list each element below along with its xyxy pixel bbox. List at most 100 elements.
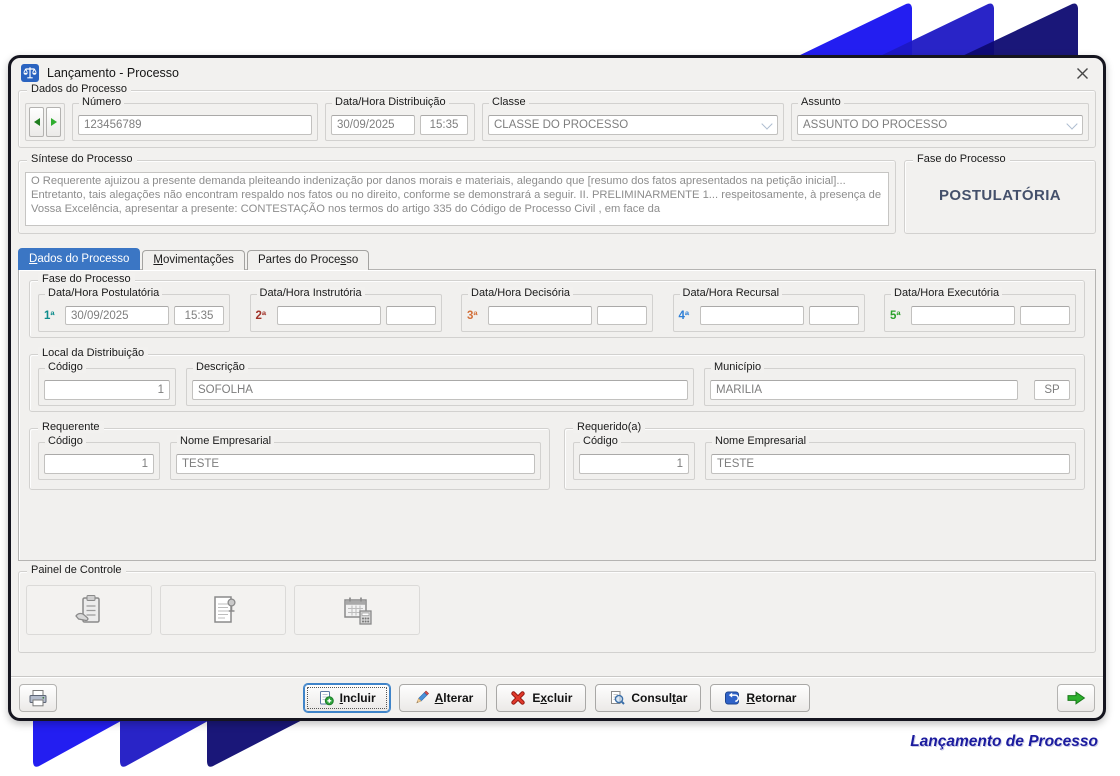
dados-processo-group: Dados do Processo Número 123456789 Data/… [18,90,1096,148]
classe-value: CLASSE DO PROCESSO [494,119,759,131]
close-icon [1076,67,1089,80]
sintese-label: Síntese do Processo [27,153,137,165]
ordinal-badge: 2ª [256,310,272,322]
delete-x-icon [510,690,526,706]
requerente-nome-input[interactable]: TESTE [176,454,535,474]
requerente-codigo-group: Código 1 [38,442,160,480]
decisoria-date-input[interactable] [488,306,592,325]
search-document-icon [609,690,625,706]
numero-input[interactable]: 123456789 [78,115,312,135]
ordinal-badge: 4ª [679,310,695,322]
fase-processo-group: Fase do Processo POSTULATÓRIA [904,160,1096,234]
document-pin-icon [206,593,240,627]
title-bar: Lançamento - Processo [11,58,1103,88]
chevron-down-icon [1064,117,1080,133]
distribuicao-field-group: Data/Hora Distribuição 30/09/2025 15:35 [325,103,475,141]
fase-section-label: Fase do Processo [38,273,135,285]
fase-executoria-group: Data/Hora Executória 5ª [884,294,1076,332]
recursal-date-input[interactable] [700,306,804,325]
prev-record-button[interactable] [29,107,44,137]
assunto-value: ASSUNTO DO PROCESSO [803,119,1064,131]
requerido-group: Requerido(a) Código 1 Nome Empresarial T… [564,428,1085,490]
clipboard-button[interactable] [26,585,152,635]
action-bar: Incluir Alterar Excluir [11,676,1103,718]
requerido-codigo-input[interactable]: 1 [579,454,689,474]
local-codigo-input[interactable]: 1 [44,380,170,400]
numero-field-group: Número 123456789 [72,103,318,141]
fase-postulatoria-group: Data/Hora Postulatória 1ª 30/09/2025 15:… [38,294,230,332]
recursal-time-input[interactable] [809,306,859,325]
local-distribuicao-group: Local da Distribuição Código 1 Descrição… [29,354,1085,412]
uf-input[interactable]: SP [1034,380,1070,400]
alterar-button[interactable]: Alterar [399,684,488,712]
classe-select[interactable]: CLASSE DO PROCESSO [488,115,778,135]
chevron-down-icon [759,117,775,133]
fase-recursal-group: Data/Hora Recursal 4ª [673,294,865,332]
return-arrow-icon [724,690,740,706]
numero-label: Número [79,96,124,108]
instrutoria-time-input[interactable] [386,306,436,325]
classe-field-group: Classe CLASSE DO PROCESSO [482,103,784,141]
distribuicao-date-input[interactable]: 30/09/2025 [331,115,415,135]
excluir-button[interactable]: Excluir [496,684,586,712]
local-codigo-group: Código 1 [38,368,176,406]
postulatoria-date-input[interactable]: 30/09/2025 [65,306,169,325]
printer-icon [28,689,48,707]
calendar-button[interactable] [294,585,420,635]
local-descricao-input[interactable]: SOFOLHA [192,380,688,400]
document-button[interactable] [160,585,286,635]
add-document-icon [318,690,334,706]
instrutoria-date-input[interactable] [277,306,381,325]
sintese-group: Síntese do Processo O Requerente ajuizou… [18,160,896,234]
painel-controle-group: Painel de Controle [18,571,1096,653]
arrow-left-icon [34,118,40,126]
fase-section-group: Fase do Processo Data/Hora Postulatória … [29,280,1085,338]
tab-panel: Fase do Processo Data/Hora Postulatória … [18,269,1096,561]
ordinal-badge: 3ª [467,310,483,322]
desktop: { "window": { "title": "Lançamento - Pro… [0,0,1120,776]
requerido-nome-group: Nome Empresarial TESTE [705,442,1076,480]
arrow-right-icon [51,118,57,126]
scales-icon [21,64,39,82]
executoria-time-input[interactable] [1020,306,1070,325]
assunto-field-group: Assunto ASSUNTO DO PROCESSO [791,103,1089,141]
fase-processo-label: Fase do Processo [913,153,1010,165]
background-shapes-top [780,0,1114,58]
distribuicao-time-input[interactable]: 15:35 [420,115,468,135]
record-navigator [25,103,65,141]
classe-label: Classe [489,96,529,108]
calendar-calculator-icon [340,593,374,627]
next-record-button[interactable] [46,107,61,137]
retornar-button[interactable]: Retornar [710,684,810,712]
ordinal-badge: 5ª [890,310,906,322]
requerido-nome-input[interactable]: TESTE [711,454,1070,474]
footer-caption: Lançamento de Processo [910,733,1098,751]
fase-decisoria-group: Data/Hora Decisória 3ª [461,294,653,332]
distribuicao-label: Data/Hora Distribuição [332,96,449,108]
tab-partes-processo[interactable]: Partes do Processo [247,250,369,270]
postulatoria-time-input[interactable]: 15:35 [174,306,224,325]
ordinal-badge: 1ª [44,310,60,322]
fase-instrutoria-group: Data/Hora Instrutória 2ª [250,294,442,332]
assunto-label: Assunto [798,96,844,108]
requerente-group: Requerente Código 1 Nome Empresarial TES… [29,428,550,490]
tab-movimentacoes[interactable]: Movimentações [142,250,245,270]
tab-dados-processo[interactable]: Dados do Processo [18,248,140,270]
consultar-button[interactable]: Consultar [595,684,701,712]
municipio-input[interactable]: MARILIA [710,380,1018,400]
close-button[interactable] [1073,64,1091,82]
requerente-codigo-input[interactable]: 1 [44,454,154,474]
assunto-select[interactable]: ASSUNTO DO PROCESSO [797,115,1083,135]
next-page-button[interactable] [1057,684,1095,712]
incluir-button[interactable]: Incluir [304,684,390,712]
executoria-date-input[interactable] [911,306,1015,325]
local-descricao-group: Descrição SOFOLHA [186,368,694,406]
decisoria-time-input[interactable] [597,306,647,325]
background-shapes-bottom [18,716,348,776]
requerido-codigo-group: Código 1 [573,442,695,480]
window-title: Lançamento - Processo [47,66,179,80]
print-button[interactable] [19,684,57,712]
sintese-textarea[interactable]: O Requerente ajuizou a presente demanda … [25,172,889,226]
tab-strip: Dados do Processo Movimentações Partes d… [18,248,1103,270]
group-label: Dados do Processo [27,83,131,95]
